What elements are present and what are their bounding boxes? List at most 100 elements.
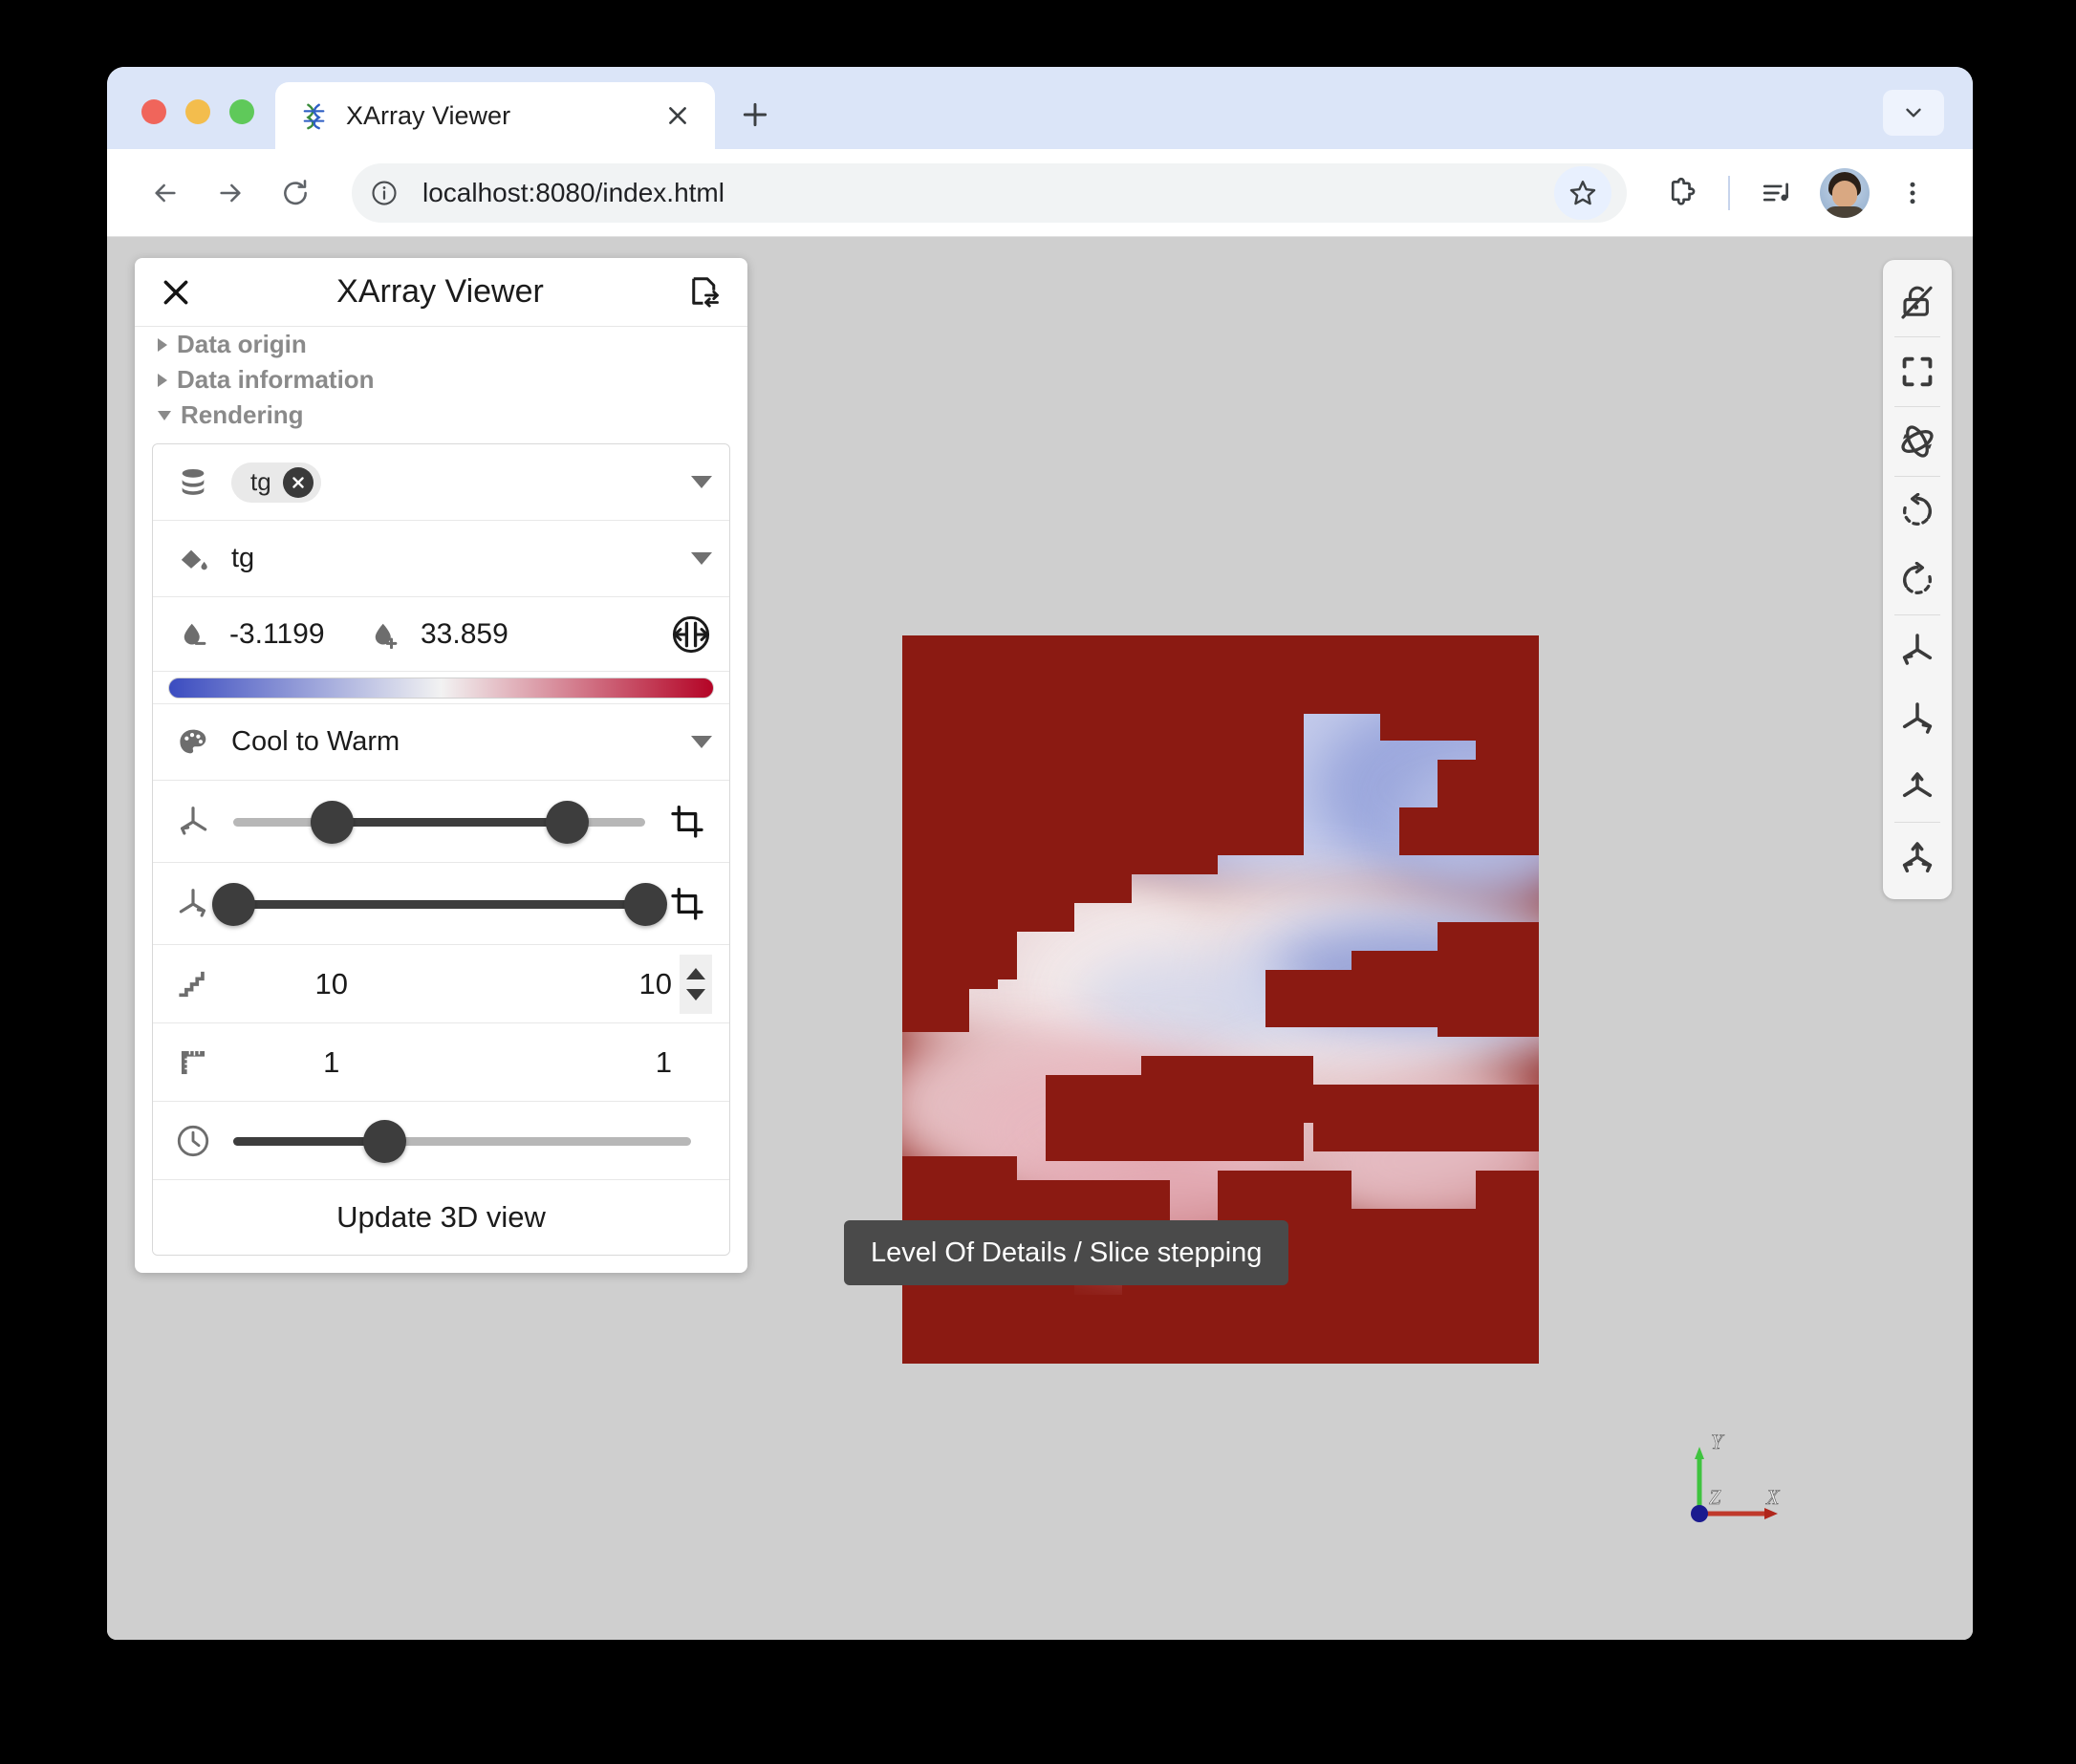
level-of-details-row: 10 10	[153, 945, 729, 1023]
droplet-minus-icon	[168, 620, 218, 649]
colormap-value: Cool to Warm	[231, 726, 400, 757]
fill-color-icon	[168, 543, 218, 575]
slider-handle-high[interactable]	[624, 882, 667, 926]
address-bar[interactable]: localhost:8080/index.html	[352, 162, 1627, 223]
slice-y-slider[interactable]	[212, 877, 667, 931]
star-icon[interactable]	[1554, 165, 1611, 220]
section-label: Rendering	[181, 400, 304, 429]
axis-minus-x-icon[interactable]	[1883, 615, 1952, 684]
user-avatar[interactable]	[1820, 167, 1870, 218]
xarray-viewer-panel: XArray Viewer Data origin Data informati…	[135, 258, 747, 1273]
droplet-plus-icon	[359, 620, 409, 649]
slider-active-range	[233, 899, 645, 909]
info-circle-icon[interactable]	[359, 168, 409, 218]
tab-close-icon[interactable]	[661, 99, 694, 132]
arrow-right-icon[interactable]	[201, 163, 260, 223]
slice-x-row	[153, 781, 729, 863]
colorbar-row	[153, 672, 729, 704]
chevron-down-icon[interactable]	[691, 736, 712, 748]
browser-tab-strip: XArray Viewer	[107, 67, 1973, 149]
slider-active-range	[233, 1136, 385, 1146]
slider-handle-low[interactable]	[311, 800, 355, 844]
range-min-value: -3.1199	[229, 617, 325, 650]
color-by-selector[interactable]: tg	[153, 521, 729, 597]
chevron-down-icon[interactable]	[1883, 90, 1944, 136]
database-icon	[168, 466, 218, 499]
range-max-value: 33.859	[421, 617, 508, 650]
web-page-content: XArray Viewer Data origin Data informati…	[107, 237, 1973, 1640]
caret-down-icon[interactable]	[686, 988, 705, 1000]
section-data-information[interactable]: Data information	[135, 362, 747, 398]
close-icon[interactable]	[154, 270, 198, 314]
window-minimize-button[interactable]	[185, 99, 210, 124]
colorbar-gradient[interactable]	[168, 677, 714, 699]
scale-row: 1 1	[153, 1023, 729, 1102]
range-min-field[interactable]: -3.1199	[168, 618, 359, 651]
orientation-axes-widget: Y Z X	[1684, 1430, 1799, 1537]
slider-handle-high[interactable]	[546, 800, 590, 844]
xarray-logo-icon	[303, 103, 325, 130]
crop-icon[interactable]	[662, 887, 712, 921]
slice-x-slider[interactable]	[233, 795, 645, 849]
dataset-field-selector[interactable]: tg	[153, 444, 729, 521]
axis-x-icon	[168, 804, 218, 840]
chevron-down-icon[interactable]	[691, 552, 712, 565]
stair-step-icon	[168, 968, 218, 1000]
lod-value-y[interactable]: 10	[445, 967, 677, 1001]
rescale-range-icon[interactable]	[664, 608, 718, 661]
slider-handle[interactable]	[363, 1119, 407, 1163]
chevron-right-icon	[158, 373, 167, 387]
reload-icon[interactable]	[266, 163, 325, 223]
view-toolbar	[1883, 260, 1952, 899]
puzzle-icon[interactable]	[1654, 165, 1709, 221]
panel-header: XArray Viewer	[135, 258, 747, 327]
field-chip-label: tg	[250, 467, 271, 496]
slider-handle-low[interactable]	[212, 882, 255, 926]
rotate-cw-icon[interactable]	[1883, 546, 1952, 614]
media-playlist-icon[interactable]	[1749, 165, 1805, 221]
axis-label-z: Z	[1709, 1485, 1721, 1509]
section-data-origin[interactable]: Data origin	[135, 327, 747, 362]
crop-icon[interactable]	[662, 805, 712, 839]
chevron-right-icon	[158, 337, 167, 352]
lod-spinner[interactable]	[680, 954, 712, 1014]
window-maximize-button[interactable]	[229, 99, 254, 124]
lod-value-x[interactable]: 10	[218, 967, 445, 1001]
rendering-settings-card: tg tg -3.1199 33.859 Cool to Warm 10 10 …	[152, 443, 730, 1256]
color-range-row: -3.1199 33.859	[153, 597, 729, 672]
window-close-button[interactable]	[141, 99, 166, 124]
field-chip-tg[interactable]: tg	[231, 462, 321, 503]
new-tab-button[interactable]	[728, 88, 782, 141]
time-slider[interactable]	[233, 1114, 691, 1168]
palette-icon	[168, 726, 218, 759]
ruler-icon	[168, 1046, 218, 1079]
browser-toolbar: localhost:8080/index.html	[107, 149, 1973, 237]
fullscreen-reset-icon[interactable]	[1883, 337, 1952, 406]
orbit-icon[interactable]	[1883, 407, 1952, 476]
lock-off-icon[interactable]	[1883, 268, 1952, 336]
range-max-field[interactable]: 33.859	[359, 618, 551, 651]
page-title: XArray Viewer	[336, 273, 544, 310]
caret-up-icon[interactable]	[686, 967, 705, 979]
arrow-left-icon[interactable]	[136, 163, 195, 223]
axis-plus-x-icon[interactable]	[1883, 684, 1952, 753]
browser-tab-title: XArray Viewer	[346, 100, 511, 130]
chevron-down-icon[interactable]	[691, 476, 712, 488]
colormap-selector[interactable]: Cool to Warm	[153, 704, 729, 781]
browser-tab[interactable]: XArray Viewer	[275, 82, 715, 149]
axis-isometric-icon[interactable]	[1883, 823, 1952, 892]
section-label: Data origin	[177, 330, 307, 358]
axis-label-x: X	[1765, 1485, 1781, 1509]
file-exchange-icon[interactable]	[682, 270, 726, 314]
rotate-ccw-icon[interactable]	[1883, 477, 1952, 546]
section-rendering[interactable]: Rendering	[135, 398, 747, 433]
axis-plus-y-icon[interactable]	[1883, 753, 1952, 822]
axis-label-y: Y	[1711, 1431, 1725, 1453]
three-dot-menu-icon[interactable]	[1885, 165, 1940, 221]
scale-value-y[interactable]: 1	[445, 1045, 677, 1080]
remove-circle-icon[interactable]	[282, 466, 314, 498]
scale-value-x[interactable]: 1	[218, 1045, 445, 1080]
update-3d-view-button[interactable]: Update 3D view	[153, 1180, 729, 1255]
toolbar-divider	[1728, 175, 1730, 210]
address-bar-url: localhost:8080/index.html	[422, 177, 724, 207]
